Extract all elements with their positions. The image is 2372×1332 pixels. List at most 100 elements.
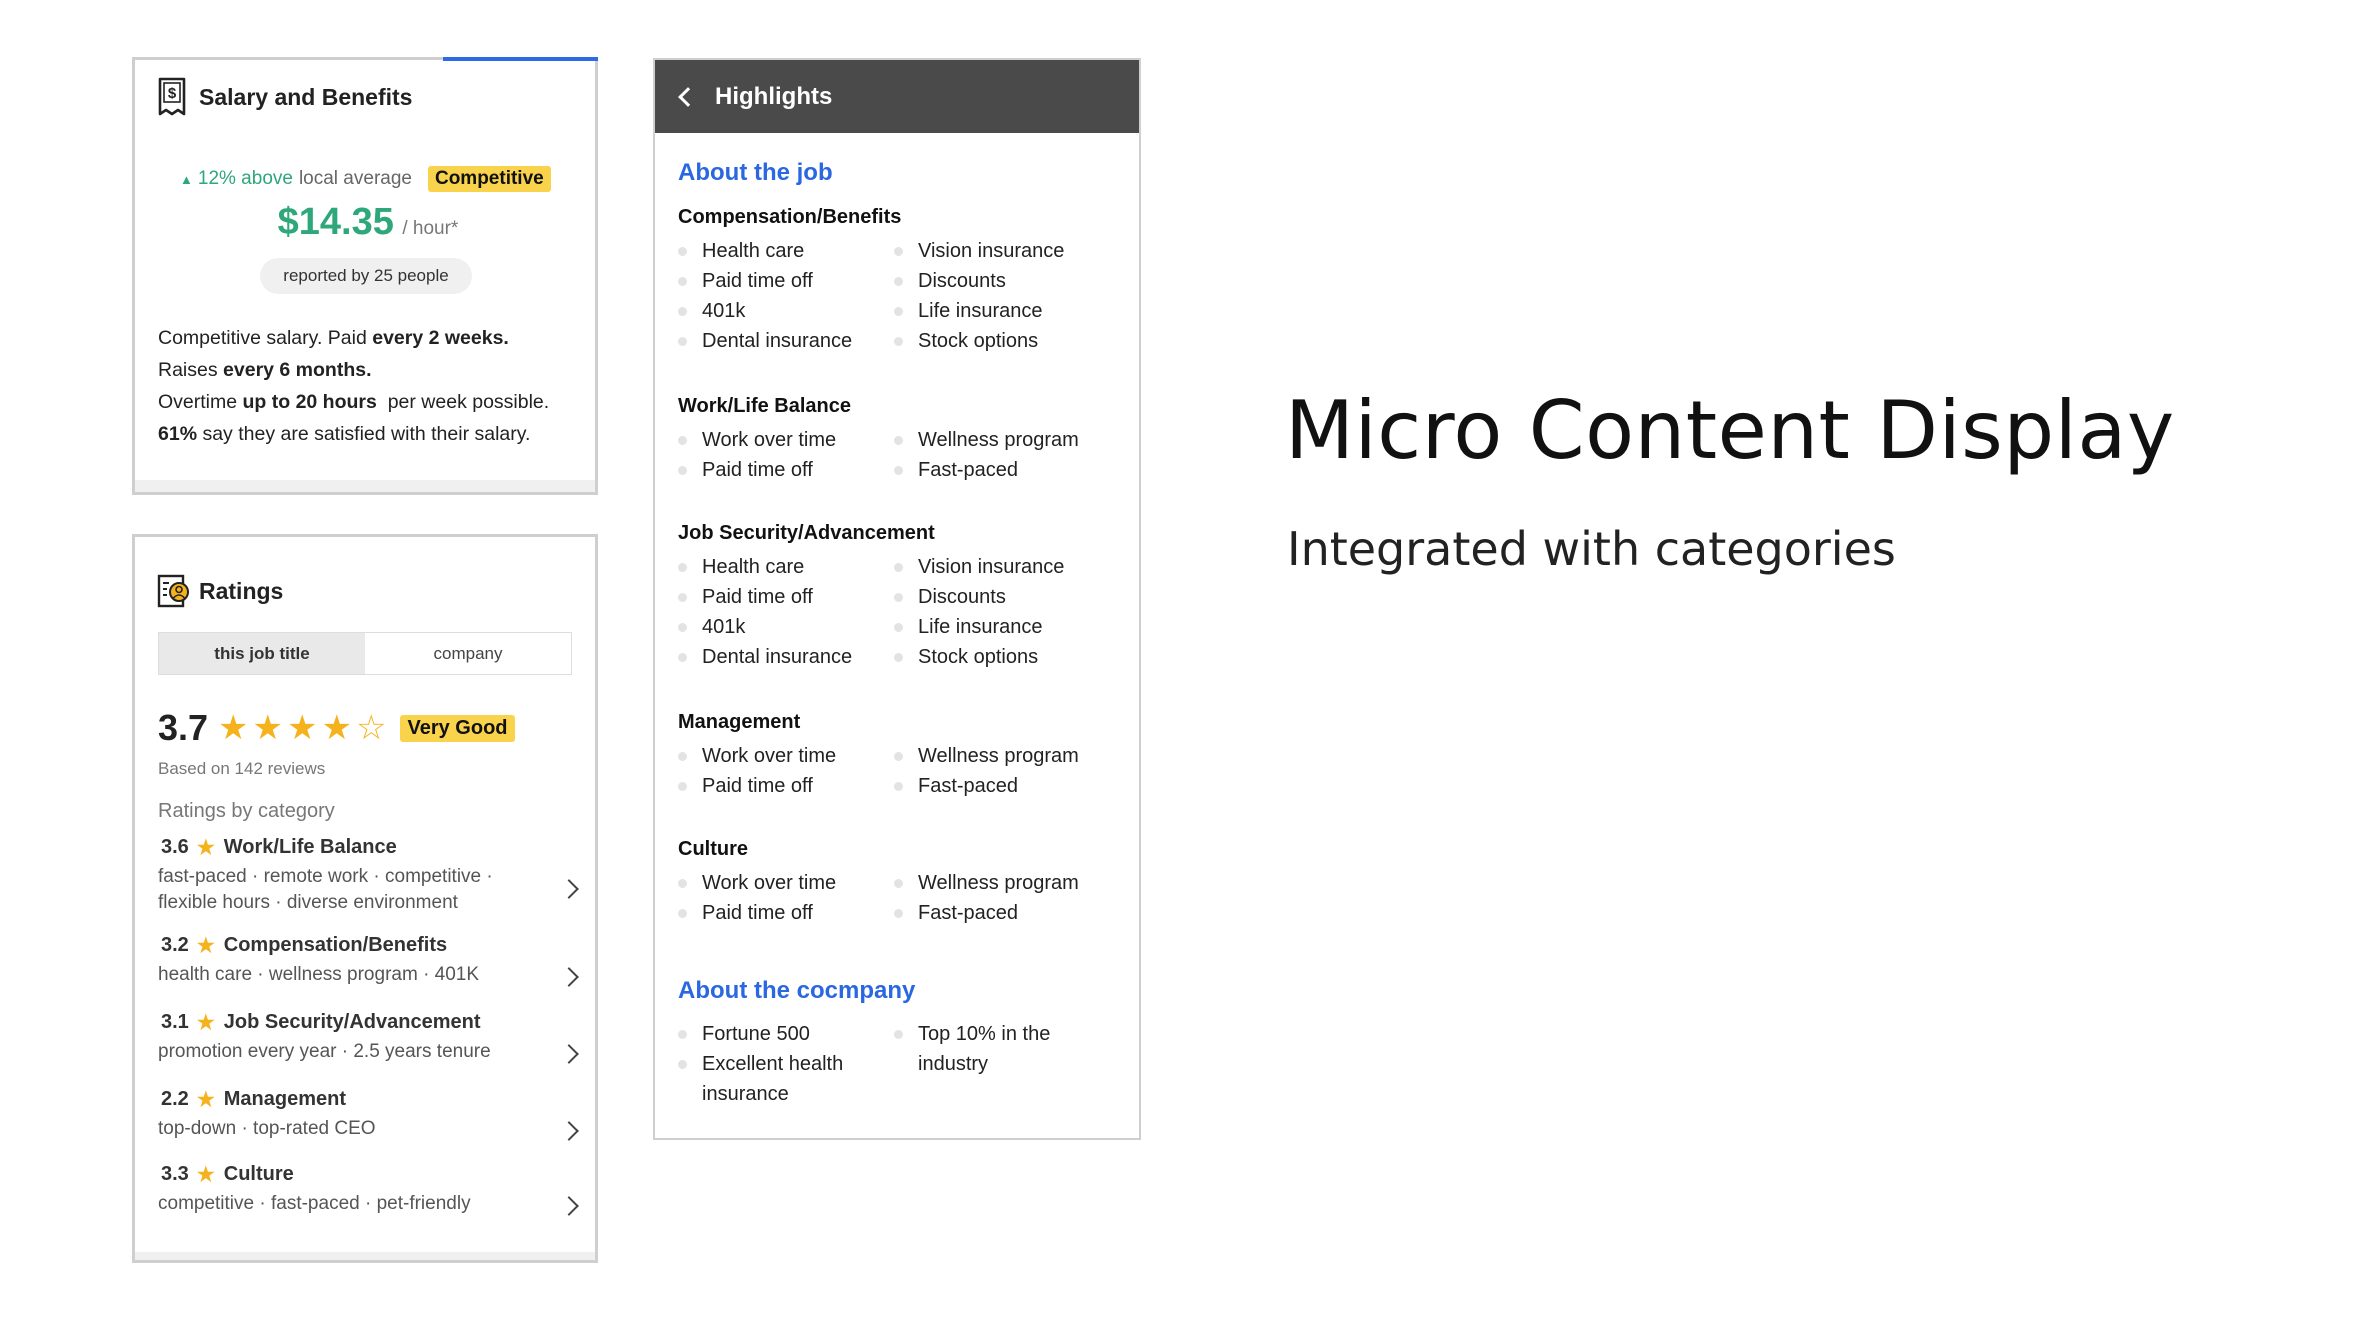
category-tags: competitive · fast-paced · pet-friendly: [158, 1193, 471, 1214]
category-score: 3.2: [161, 934, 189, 956]
list-item: Stock options: [894, 326, 1124, 356]
chevron-right-icon[interactable]: [559, 879, 579, 899]
salary-card-header: $ Salary and Benefits: [157, 76, 412, 118]
bullet-icon: [894, 1030, 903, 1039]
list-item: Health care: [678, 236, 894, 266]
star-full-icon: ★: [218, 709, 249, 747]
overall-rating-row: 3.7 ★ ★ ★ ★ ☆ Very Good: [158, 707, 515, 749]
category-rating-management[interactable]: 2.2 ★ Management top-down · top-rated CEO: [158, 1087, 579, 1142]
bullet-icon: [894, 277, 903, 286]
highlight-category-title: Culture: [678, 838, 748, 860]
ratings-card: Ratings this job title company 3.7 ★ ★ ★…: [132, 534, 598, 1263]
category-name: Culture: [223, 1163, 294, 1185]
list-item: Work over time: [678, 868, 894, 898]
list-item: Wellness program: [894, 868, 1124, 898]
pay-unit: / hour*: [402, 218, 459, 239]
bullet-icon: [894, 623, 903, 632]
above-average-row: ▲ 12% above local average Competitive: [180, 166, 570, 192]
category-rating-job-security[interactable]: 3.1 ★ Job Security/Advancement promotion e…: [158, 1010, 579, 1065]
list-item: Dental insurance: [678, 642, 894, 672]
list-item: Stock options: [894, 642, 1124, 672]
list-item: Fast-paced: [894, 455, 1124, 485]
bullet-icon: [894, 436, 903, 445]
list-item: Fortune 500: [678, 1019, 894, 1049]
highlight-list: Health care Vision insurance Paid time o…: [678, 552, 1128, 672]
star-icon: ★: [196, 1089, 215, 1111]
slide-title: Micro Content Display: [1285, 384, 2175, 477]
tab-company[interactable]: company: [365, 633, 571, 674]
ratings-card-header: Ratings: [157, 573, 283, 609]
list-item: 401k: [678, 296, 894, 326]
list-item: Life insurance: [894, 612, 1124, 642]
tab-this-job-title[interactable]: this job title: [159, 633, 365, 674]
highlight-category-title: Management: [678, 711, 801, 733]
salary-detail-line: Raises every 6 months.: [158, 359, 372, 381]
overall-score: 3.7: [158, 707, 209, 748]
bullet-icon: [894, 247, 903, 256]
chevron-right-icon[interactable]: [559, 1044, 579, 1064]
category-tags: top-down · top-rated CEO: [158, 1118, 376, 1139]
list-item: Wellness program: [894, 425, 1124, 455]
chevron-right-icon[interactable]: [559, 1121, 579, 1141]
list-item: Discounts: [894, 582, 1124, 612]
ratings-card-title: Ratings: [199, 577, 284, 604]
category-name: Management: [223, 1088, 346, 1110]
highlights-panel: Highlights About the job Compensation/Be…: [653, 58, 1141, 1140]
list-item: Paid time off: [678, 582, 894, 612]
very-good-badge: Very Good: [400, 714, 515, 742]
bullet-icon: [894, 307, 903, 316]
category-rating-culture[interactable]: 3.3 ★ Culture competitive · fast-paced · p…: [158, 1162, 579, 1217]
competitive-badge: Competitive: [427, 166, 551, 192]
list-item: Dental insurance: [678, 326, 894, 356]
salary-benefits-card: $ Salary and Benefits ▲ 12% above local …: [132, 57, 598, 495]
bullet-icon: [678, 593, 687, 602]
ratings-tabs: this job title company: [158, 632, 572, 675]
above-average-percent: 12% above: [197, 168, 293, 189]
list-item: Work over time: [678, 425, 894, 455]
up-triangle-icon: ▲: [180, 171, 193, 187]
category-tags: promotion every year · 2.5 years tenure: [158, 1041, 491, 1062]
bullet-icon: [678, 879, 687, 888]
highlight-list: Work over time Wellness program Paid tim…: [678, 425, 1128, 485]
star-rating: ★ ★ ★ ★ ☆: [218, 711, 390, 745]
bullet-icon: [678, 1060, 687, 1069]
category-score: 3.1: [161, 1011, 189, 1033]
bullet-icon: [678, 752, 687, 761]
chevron-right-icon[interactable]: [559, 967, 579, 987]
category-score: 3.3: [161, 1163, 189, 1185]
bullet-icon: [678, 1030, 687, 1039]
bullet-icon: [678, 909, 687, 918]
category-rating-compensation[interactable]: 3.2 ★ Compensation/Benefits health care · …: [158, 933, 579, 988]
category-rating-work-life[interactable]: 3.6 ★ Work/Life Balance fast-paced · remot…: [158, 835, 579, 916]
highlight-list: Work over time Wellness program Paid tim…: [678, 741, 1128, 801]
star-full-icon: ★: [321, 709, 352, 747]
bullet-icon: [678, 247, 687, 256]
bullet-icon: [678, 653, 687, 662]
list-item: Paid time off: [678, 455, 894, 485]
slide-subtitle: Integrated with categories: [1287, 522, 1896, 576]
list-item: Work over time: [678, 741, 894, 771]
pay-amount: $14.35: [277, 201, 394, 243]
bullet-icon: [894, 879, 903, 888]
bullet-icon: [678, 466, 687, 475]
about-job-heading: About the job: [678, 159, 833, 186]
list-item: Vision insurance: [894, 552, 1124, 582]
salary-detail-line: 61% say they are satisfied with their sa…: [158, 423, 531, 445]
bullet-icon: [678, 623, 687, 632]
salary-detail-line: Competitive salary. Paid every 2 weeks.: [158, 327, 509, 349]
category-tags: flexible hours · diverse environment: [158, 892, 458, 913]
bullet-icon: [894, 752, 903, 761]
category-name: Work/Life Balance: [223, 836, 397, 858]
highlights-title: Highlights: [715, 82, 833, 110]
star-empty-icon: ☆: [355, 709, 387, 747]
list-item: Paid time off: [678, 266, 894, 296]
bullet-icon: [678, 563, 687, 572]
chevron-right-icon[interactable]: [559, 1196, 579, 1216]
reported-by-pill: reported by 25 people: [260, 258, 472, 294]
highlight-category-title: Work/Life Balance: [678, 395, 852, 417]
ratings-person-icon: [157, 573, 191, 609]
bullet-icon: [894, 466, 903, 475]
about-company-heading: About the cocmpany: [678, 977, 916, 1004]
company-highlight-list: Fortune 500 Top 10% in the industry Exce…: [678, 1019, 1128, 1109]
back-arrow-icon[interactable]: [678, 86, 698, 107]
